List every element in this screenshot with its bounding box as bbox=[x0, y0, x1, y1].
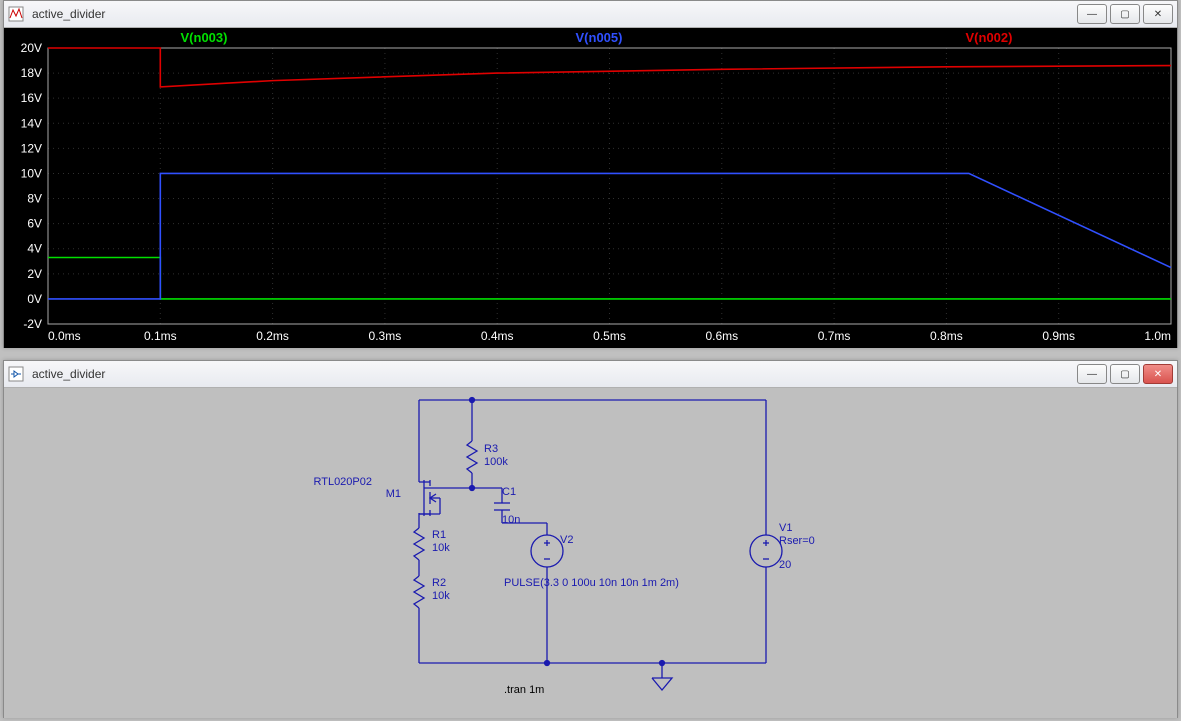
y-tick-label: 0V bbox=[27, 292, 42, 306]
y-tick-label: 4V bbox=[27, 242, 42, 256]
y-tick-label: 8V bbox=[27, 192, 42, 206]
x-tick-label: 0.5ms bbox=[593, 329, 626, 343]
r3-value: 100k bbox=[484, 456, 508, 468]
x-tick-label: 0.2ms bbox=[256, 329, 289, 343]
maximize-icon: ▢ bbox=[1120, 9, 1129, 20]
v1-param: Rser=0 bbox=[779, 535, 815, 547]
minimize-icon: — bbox=[1087, 9, 1097, 20]
legend-V(n002)[interactable]: V(n002) bbox=[966, 30, 1013, 45]
schematic-icon bbox=[8, 366, 24, 382]
waveform-plot[interactable]: 20V 18V 16V 14V 12V 10V 8V 6V 4V 2V 0V -2V 0.0ms 0.1m… bbox=[4, 28, 1177, 348]
close-icon: ✕ bbox=[1154, 369, 1162, 380]
x-tick-label: 0.7ms bbox=[818, 329, 851, 343]
waveform-title: active_divider bbox=[28, 7, 1077, 21]
v1-value: 20 bbox=[779, 559, 791, 571]
c1-label: C1 bbox=[502, 486, 516, 498]
r1-value: 10k bbox=[432, 542, 450, 554]
minimize-button[interactable]: — bbox=[1077, 364, 1107, 384]
y-tick-label: 6V bbox=[27, 217, 42, 231]
y-tick-label: 20V bbox=[21, 41, 42, 55]
m1-model: RTL020P02 bbox=[313, 476, 372, 488]
r3-label: R3 bbox=[484, 443, 498, 455]
x-tick-label: 1.0m bbox=[1144, 329, 1171, 343]
legend-V(n005)[interactable]: V(n005) bbox=[576, 30, 623, 45]
x-tick-label: 0.8ms bbox=[930, 329, 963, 343]
r2-label: R2 bbox=[432, 577, 446, 589]
waveform-icon bbox=[8, 6, 24, 22]
maximize-button[interactable]: ▢ bbox=[1110, 364, 1140, 384]
v1-label: V1 bbox=[779, 522, 792, 534]
y-tick-label: 10V bbox=[21, 166, 42, 180]
minimize-icon: — bbox=[1087, 369, 1097, 380]
close-button[interactable]: ✕ bbox=[1143, 364, 1173, 384]
x-tick-label: 0.0ms bbox=[48, 329, 81, 343]
r2-value: 10k bbox=[432, 590, 450, 602]
schematic-svg: RTL020P02 M1 R1 10k R2 10k R3 100k C1 10… bbox=[4, 388, 1177, 718]
window-controls: — ▢ ✕ bbox=[1077, 4, 1173, 24]
y-tick-label: 2V bbox=[27, 267, 42, 281]
y-tick-label: 16V bbox=[21, 91, 42, 105]
schematic-canvas[interactable]: RTL020P02 M1 R1 10k R2 10k R3 100k C1 10… bbox=[4, 388, 1177, 718]
y-tick-label: 18V bbox=[21, 66, 42, 80]
maximize-icon: ▢ bbox=[1120, 369, 1129, 380]
schematic-window: active_divider — ▢ ✕ bbox=[3, 360, 1178, 718]
minimize-button[interactable]: — bbox=[1077, 4, 1107, 24]
close-icon: ✕ bbox=[1154, 9, 1162, 20]
r1-label: R1 bbox=[432, 529, 446, 541]
y-tick-label: -2V bbox=[23, 317, 42, 331]
y-tick-label: 12V bbox=[21, 141, 42, 155]
v2-value: PULSE(3.3 0 100u 10n 10n 1m 2m) bbox=[504, 577, 679, 589]
x-tick-label: 0.1ms bbox=[144, 329, 177, 343]
x-tick-label: 0.6ms bbox=[705, 329, 738, 343]
waveform-window: active_divider — ▢ ✕ 20V 18V 16V 14V 12V 10V 8… bbox=[3, 0, 1178, 348]
legend-V(n003)[interactable]: V(n003) bbox=[181, 30, 228, 45]
close-button[interactable]: ✕ bbox=[1143, 4, 1173, 24]
m1-label: M1 bbox=[386, 488, 401, 500]
x-tick-label: 0.9ms bbox=[1042, 329, 1075, 343]
schematic-titlebar: active_divider — ▢ ✕ bbox=[4, 361, 1177, 388]
x-tick-label: 0.3ms bbox=[369, 329, 402, 343]
window-controls: — ▢ ✕ bbox=[1077, 364, 1173, 384]
x-tick-label: 0.4ms bbox=[481, 329, 514, 343]
y-tick-label: 14V bbox=[21, 116, 42, 130]
maximize-button[interactable]: ▢ bbox=[1110, 4, 1140, 24]
c1-value: 10n bbox=[502, 514, 520, 526]
v2-label: V2 bbox=[560, 534, 573, 546]
waveform-titlebar: active_divider — ▢ ✕ bbox=[4, 1, 1177, 28]
schematic-title: active_divider bbox=[28, 367, 1077, 381]
spice-directive: .tran 1m bbox=[504, 684, 544, 696]
